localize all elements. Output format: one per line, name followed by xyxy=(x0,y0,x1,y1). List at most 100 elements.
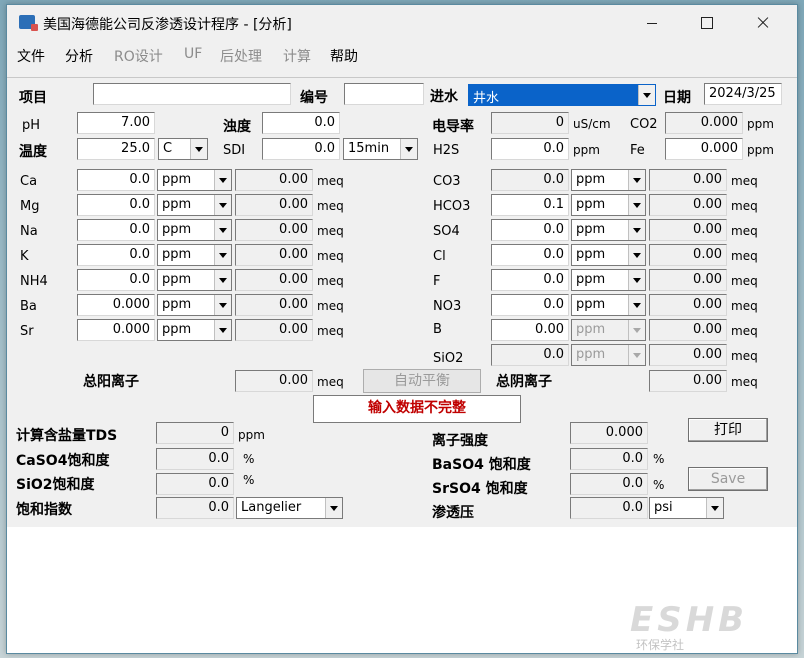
anion-unit: ppm xyxy=(576,222,606,237)
chevron-down-icon[interactable] xyxy=(628,245,645,265)
osmotic-pressure-value: 0.0 xyxy=(570,497,648,519)
cation-name: K xyxy=(20,249,29,264)
saturation-index-type-select[interactable]: Langelier xyxy=(236,497,343,519)
anion-unit-select: ppm xyxy=(571,344,646,366)
minimize-icon[interactable] xyxy=(629,5,675,39)
caso4-label: CaSO4饱和度 xyxy=(16,453,110,469)
chevron-down-icon[interactable] xyxy=(400,139,417,159)
watermark-subtitle: 环保学社 xyxy=(636,638,685,652)
anion-value-input[interactable]: 0.1 xyxy=(491,194,569,216)
menu-help[interactable]: 帮助 xyxy=(330,46,358,66)
sdi-period-value: 15min xyxy=(348,141,390,156)
cation-meq-value: 0.00 xyxy=(235,194,313,216)
cation-value-input[interactable]: 0.0 xyxy=(77,219,155,241)
anion-value-input[interactable]: 0.0 xyxy=(491,244,569,266)
close-icon[interactable] xyxy=(739,5,785,39)
cation-meq-unit: meq xyxy=(317,249,344,263)
anion-meq-value: 0.00 xyxy=(649,344,727,366)
chevron-down-icon[interactable] xyxy=(214,270,231,290)
menu-ro-design[interactable]: RO设计 xyxy=(114,46,163,66)
ph-input[interactable]: 7.00 xyxy=(77,112,155,134)
cation-value-input[interactable]: 0.000 xyxy=(77,319,155,341)
cation-unit-select[interactable]: ppm xyxy=(157,294,232,316)
cation-name: Ba xyxy=(20,299,37,314)
chevron-down-icon[interactable] xyxy=(325,498,342,518)
cation-meq-unit: meq xyxy=(317,224,344,238)
cation-unit-select[interactable]: ppm xyxy=(157,169,232,191)
cation-unit-select[interactable]: ppm xyxy=(157,269,232,291)
anion-value-input[interactable]: 0.0 xyxy=(491,269,569,291)
menu-post-treatment[interactable]: 后处理 xyxy=(220,46,262,66)
anion-meq-value: 0.00 xyxy=(649,319,727,341)
chevron-down-icon[interactable] xyxy=(214,220,231,240)
temperature-input[interactable]: 25.0 xyxy=(77,138,155,160)
chevron-down-icon[interactable] xyxy=(214,170,231,190)
temperature-unit-select[interactable]: C xyxy=(158,138,208,160)
anion-meq-unit: meq xyxy=(731,274,758,288)
cation-unit-select[interactable]: ppm xyxy=(157,244,232,266)
menu-file[interactable]: 文件 xyxy=(17,46,45,66)
cation-unit-select[interactable]: ppm xyxy=(157,219,232,241)
chevron-down-icon[interactable] xyxy=(214,320,231,340)
sdi-input[interactable]: 0.0 xyxy=(262,138,340,160)
anion-unit-select[interactable]: ppm xyxy=(571,169,646,191)
chevron-down-icon[interactable] xyxy=(190,139,207,159)
chevron-down-icon[interactable] xyxy=(214,245,231,265)
cation-unit: ppm xyxy=(162,222,192,237)
anion-name: NO3 xyxy=(433,299,462,314)
anion-unit-select[interactable]: ppm xyxy=(571,194,646,216)
cation-value-input[interactable]: 0.0 xyxy=(77,194,155,216)
anion-meq-unit: meq xyxy=(731,299,758,313)
menu-calculate[interactable]: 计算 xyxy=(283,46,311,66)
anion-unit: ppm xyxy=(576,247,606,262)
osmotic-unit-select[interactable]: psi xyxy=(649,497,724,519)
feed-water-select[interactable]: 井水 xyxy=(468,84,656,106)
cation-unit-select[interactable]: ppm xyxy=(157,194,232,216)
date-label: 日期 xyxy=(663,90,691,106)
cation-value-input[interactable]: 0.000 xyxy=(77,294,155,316)
number-input[interactable] xyxy=(344,83,424,105)
tds-value: 0 xyxy=(156,422,234,444)
chevron-down-icon[interactable] xyxy=(628,270,645,290)
chevron-down-icon[interactable] xyxy=(628,195,645,215)
anion-meq-value: 0.00 xyxy=(649,169,727,191)
anion-meq-unit: meq xyxy=(731,199,758,213)
menu-analysis[interactable]: 分析 xyxy=(65,46,93,66)
anion-unit-select[interactable]: ppm xyxy=(571,244,646,266)
anion-unit-select[interactable]: ppm xyxy=(571,294,646,316)
cation-value-input[interactable]: 0.0 xyxy=(77,169,155,191)
chevron-down-icon[interactable] xyxy=(628,295,645,315)
anion-name: CO3 xyxy=(433,174,461,189)
anion-unit: ppm xyxy=(576,197,606,212)
anion-value-input[interactable]: 0.0 xyxy=(491,219,569,241)
anion-value-input: 0.0 xyxy=(491,169,569,191)
cation-value-input[interactable]: 0.0 xyxy=(77,269,155,291)
chevron-down-icon[interactable] xyxy=(638,85,655,105)
co2-value: 0.000 xyxy=(665,112,743,134)
total-cation-unit: meq xyxy=(317,375,344,389)
menu-uf[interactable]: UF xyxy=(184,46,202,62)
turbidity-input[interactable]: 0.0 xyxy=(262,112,340,134)
h2s-input[interactable]: 0.0 xyxy=(491,138,569,160)
date-input[interactable]: 2024/3/25 xyxy=(704,83,782,105)
cation-unit-select[interactable]: ppm xyxy=(157,319,232,341)
h2s-label: H2S xyxy=(433,143,460,158)
anion-unit-select[interactable]: ppm xyxy=(571,269,646,291)
chevron-down-icon[interactable] xyxy=(628,170,645,190)
auto-balance-button[interactable]: 自动平衡 xyxy=(363,369,481,393)
print-button[interactable]: 打印 xyxy=(688,418,768,442)
anion-value-input[interactable]: 0.0 xyxy=(491,294,569,316)
chevron-down-icon[interactable] xyxy=(214,295,231,315)
anion-value-input[interactable]: 0.00 xyxy=(491,319,569,341)
anion-unit-select[interactable]: ppm xyxy=(571,219,646,241)
cation-value-input[interactable]: 0.0 xyxy=(77,244,155,266)
save-button[interactable]: Save xyxy=(688,467,768,491)
chevron-down-icon[interactable] xyxy=(628,220,645,240)
project-input[interactable] xyxy=(93,83,291,105)
chevron-down-icon[interactable] xyxy=(214,195,231,215)
maximize-icon[interactable] xyxy=(683,5,729,39)
chevron-down-icon[interactable] xyxy=(706,498,723,518)
fe-input[interactable]: 0.000 xyxy=(665,138,743,160)
anion-value-input: 0.0 xyxy=(491,344,569,366)
sdi-period-select[interactable]: 15min xyxy=(343,138,418,160)
